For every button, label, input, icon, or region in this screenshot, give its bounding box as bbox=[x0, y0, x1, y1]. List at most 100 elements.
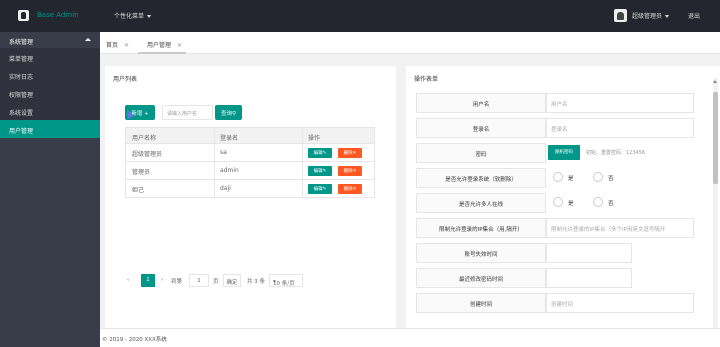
main-content: 用户列表 新增 + 请输入用户名 查询⚲ 用户名称 登录名 操作 超级管理员 s… bbox=[100, 54, 720, 336]
login-name-field[interactable]: 登录名 bbox=[546, 118, 694, 138]
table-row[interactable]: 管理员 admin 编辑✎ 删除✕ bbox=[125, 162, 375, 180]
form-row-password: 密码 随机密码 初始、重置密码：123456 bbox=[416, 143, 694, 163]
page-current[interactable]: 1 bbox=[141, 274, 155, 287]
last-password-change-field[interactable] bbox=[546, 268, 632, 288]
edit-button[interactable]: 编辑✎ bbox=[308, 184, 332, 194]
search-input[interactable]: 请输入用户名 bbox=[162, 105, 213, 120]
created-time-field[interactable]: 创建时间 bbox=[546, 293, 694, 313]
delete-label: 删除 bbox=[343, 187, 353, 192]
edit-button[interactable]: 编辑✎ bbox=[308, 148, 332, 158]
edit-label: 编辑 bbox=[313, 187, 323, 192]
personalized-menu[interactable]: 个性化菜单 bbox=[114, 11, 152, 20]
form-row-last-pwd-change: 最近修改密码时间 bbox=[416, 268, 694, 288]
edit-button[interactable]: 编辑✎ bbox=[308, 166, 332, 176]
multi-online-no-radio[interactable] bbox=[593, 197, 603, 207]
form-panel: 操作表单 用户名 用户名 登录名 登录名 密码 随机密码 初始、重置密码：123… bbox=[406, 66, 720, 336]
table-header: 用户名称 登录名 操作 bbox=[125, 127, 375, 144]
goto-confirm-button[interactable]: 确定 bbox=[223, 274, 241, 287]
allow-login-yes-radio[interactable] bbox=[553, 172, 563, 182]
password-hint: 初始、重置密码：123456 bbox=[586, 150, 646, 156]
delete-button[interactable]: 删除✕ bbox=[338, 148, 362, 158]
close-icon[interactable]: ✕ bbox=[177, 42, 182, 49]
sidebar: 系统管理 菜单管理 实时日志 权限管理 系统设置 用户管理 bbox=[0, 32, 100, 347]
sidebar-item-log[interactable]: 实时日志 bbox=[0, 66, 100, 84]
goto-page-input[interactable]: 1 bbox=[189, 274, 209, 287]
cell-login: sa bbox=[220, 149, 227, 156]
user-list-title: 用户列表 bbox=[113, 76, 138, 83]
logo-icon bbox=[18, 10, 29, 21]
sidebar-item-users[interactable]: 用户管理 bbox=[0, 120, 100, 138]
table-row[interactable]: 超级管理员 sa 编辑✎ 删除✕ bbox=[125, 144, 375, 162]
close-icon[interactable]: ✕ bbox=[124, 42, 129, 49]
username-field[interactable]: 用户名 bbox=[546, 93, 694, 113]
column-divider bbox=[302, 180, 303, 197]
avatar[interactable] bbox=[614, 9, 627, 22]
search-button[interactable]: 查询⚲ bbox=[215, 105, 242, 120]
column-divider bbox=[302, 162, 303, 179]
column-header: 操作 bbox=[308, 135, 321, 142]
field-label: 限制允许登录的IP集合（用,隔开） bbox=[416, 218, 546, 238]
page-unit-label: 页 bbox=[213, 279, 219, 285]
scroll-thumb[interactable] bbox=[713, 92, 718, 184]
page-size-value: 10 条/页 bbox=[273, 281, 295, 287]
table-row[interactable]: 妲己 daji 编辑✎ 删除✕ bbox=[125, 180, 375, 198]
cell-name: 管理员 bbox=[132, 169, 151, 176]
form-scrollbar[interactable] bbox=[713, 78, 718, 336]
total-count: 共 3 条 bbox=[247, 279, 265, 285]
page-size-select[interactable]: 10 条/页 ▾ bbox=[269, 274, 303, 287]
expire-time-field[interactable] bbox=[546, 243, 632, 263]
multi-online-yes-radio[interactable] bbox=[553, 197, 563, 207]
sidebar-item-permission[interactable]: 权限管理 bbox=[0, 84, 100, 102]
column-header: 用户名称 bbox=[132, 135, 157, 142]
radio-label: 否 bbox=[608, 201, 614, 207]
tab-label: 用户管理 bbox=[147, 42, 172, 49]
column-divider bbox=[214, 180, 215, 197]
field-label: 最近修改密码时间 bbox=[416, 268, 546, 288]
cell-login: admin bbox=[220, 167, 239, 174]
cell-login: daji bbox=[220, 185, 231, 192]
tab-home[interactable]: 首页 ✕ bbox=[106, 32, 129, 54]
radio-label: 是 bbox=[568, 176, 574, 182]
prev-page-icon[interactable]: ‹ bbox=[127, 277, 129, 283]
personalized-menu-label: 个性化菜单 bbox=[114, 13, 145, 20]
radio-label: 否 bbox=[608, 176, 614, 182]
user-list-panel: 用户列表 新增 + 请输入用户名 查询⚲ 用户名称 登录名 操作 超级管理员 s… bbox=[105, 66, 396, 328]
user-table: 用户名称 登录名 操作 超级管理员 sa 编辑✎ 删除✕ 管理员 admin 编… bbox=[125, 127, 375, 198]
delete-button[interactable]: 删除✕ bbox=[338, 184, 362, 194]
delete-button[interactable]: 删除✕ bbox=[338, 166, 362, 176]
logout-link[interactable]: 退出 bbox=[688, 11, 700, 20]
sidebar-item-menu[interactable]: 菜单管理 bbox=[0, 48, 100, 66]
next-page-icon[interactable]: › bbox=[161, 277, 163, 283]
chevron-down-icon: ▾ bbox=[273, 279, 276, 285]
field-label: 是否允许登录系统（软删除） bbox=[416, 168, 546, 188]
ip-limit-field[interactable]: 限制允许登录的IP集合（多个IP用英文逗号隔开 bbox=[546, 218, 694, 238]
form-row-created-time: 创建时间 创建时间 bbox=[416, 293, 694, 313]
tab-bar: 首页 ✕ 用户管理 ✕ bbox=[100, 32, 720, 54]
field-label: 登录名 bbox=[416, 118, 546, 138]
pagination: ‹ 1 › 到第 1 页 确定 共 3 条 10 条/页 ▾ bbox=[125, 273, 385, 289]
user-menu[interactable]: 超级管理员 bbox=[632, 11, 670, 20]
sidebar-submenu: 菜单管理 实时日志 权限管理 系统设置 用户管理 bbox=[0, 48, 100, 138]
delete-label: 删除 bbox=[343, 169, 353, 174]
form-row-ip-limit: 限制允许登录的IP集合（用,隔开） 限制允许登录的IP集合（多个IP用英文逗号隔… bbox=[416, 218, 694, 238]
field-label: 用户名 bbox=[416, 93, 546, 113]
field-label: 创建时间 bbox=[416, 293, 546, 313]
sidebar-group-label: 系统管理 bbox=[9, 39, 34, 46]
sidebar-item-settings[interactable]: 系统设置 bbox=[0, 102, 100, 120]
field-label: 密码 bbox=[416, 143, 546, 163]
form-title: 操作表单 bbox=[414, 76, 439, 83]
column-header: 登录名 bbox=[220, 135, 239, 142]
tab-label: 首页 bbox=[106, 42, 119, 49]
chevron-down-icon bbox=[147, 15, 152, 18]
chevron-up-icon bbox=[85, 38, 91, 41]
allow-login-no-radio[interactable] bbox=[593, 172, 603, 182]
search-icon: ⚲ bbox=[231, 111, 237, 117]
copyright: © 2019 - 2020 XXX系统 bbox=[102, 337, 167, 343]
form-row-allow-login: 是否允许登录系统（软删除） 是 否 bbox=[416, 168, 694, 188]
sidebar-group-system[interactable]: 系统管理 bbox=[0, 32, 100, 48]
goto-label: 到第 bbox=[171, 279, 183, 285]
random-password-button[interactable]: 随机密码 bbox=[548, 145, 580, 160]
field-label: 账号失效时间 bbox=[416, 243, 546, 263]
scroll-up-icon[interactable] bbox=[713, 80, 717, 83]
tab-user-management[interactable]: 用户管理 ✕ bbox=[138, 32, 187, 54]
